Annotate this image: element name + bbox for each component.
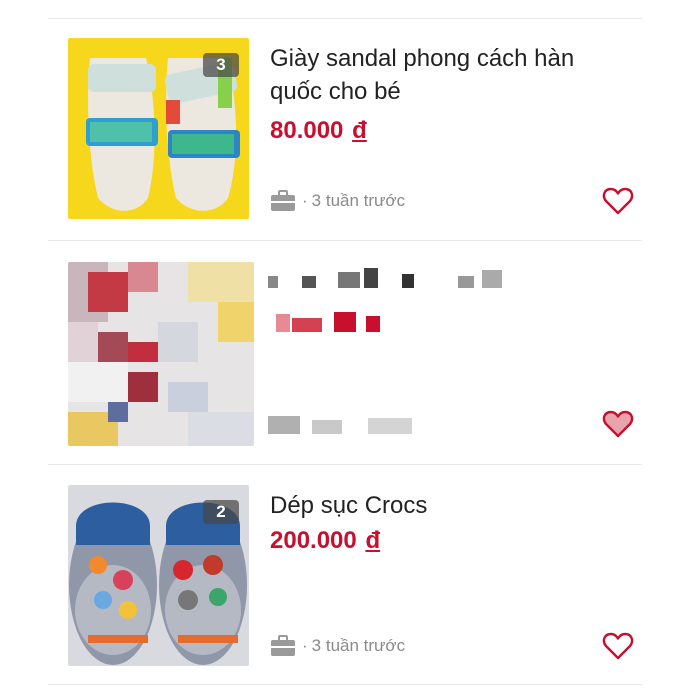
top-divider [48, 18, 642, 19]
listing-divider [48, 240, 642, 241]
listing-thumbnail[interactable]: 3 [68, 38, 249, 219]
currency-symbol: đ [352, 117, 367, 144]
currency-symbol: đ [365, 527, 381, 554]
price-value: 200.000 [270, 527, 357, 554]
heart-outline-icon[interactable] [602, 630, 634, 662]
listing-title[interactable]: Giày sandal phong cách hàn quốc cho bé [270, 42, 630, 108]
listing-price: 200.000 đ [270, 527, 380, 555]
image-count-badge: 3 [203, 53, 239, 77]
briefcase-icon [271, 635, 295, 656]
listing-divider [48, 464, 642, 465]
listing-thumbnail[interactable] [68, 262, 254, 446]
heart-outline-icon[interactable] [602, 185, 634, 217]
listing-item[interactable]: 3 Giày sandal phong cách hàn quốc cho bé… [0, 38, 690, 228]
listing-thumbnail[interactable]: 2 [68, 485, 249, 666]
posted-time: 3 tuần trước [311, 636, 406, 655]
listing-meta: · 3 tuần trước [270, 190, 405, 212]
posted-time: 3 tuần trước [311, 191, 406, 210]
meta-separator: · [302, 191, 308, 210]
blurred-title [268, 268, 523, 290]
image-count-badge: 2 [203, 500, 239, 524]
price-value: 80.000 [270, 117, 344, 144]
heart-filled-icon[interactable] [602, 408, 634, 440]
blurred-price [276, 312, 386, 334]
blurred-meta [268, 414, 418, 436]
briefcase-icon [271, 190, 295, 211]
listing-item[interactable]: 2 Dép sục Crocs 200.000 đ · 3 tuần trước [0, 485, 690, 670]
listing-title[interactable]: Dép sục Crocs [270, 489, 630, 522]
listing-meta: · 3 tuần trước [270, 635, 405, 657]
listing-price: 80.000 đ [270, 117, 367, 145]
listing-item[interactable] [0, 262, 690, 448]
bottom-divider [48, 684, 642, 685]
blurred-photo [68, 262, 254, 446]
meta-separator: · [302, 636, 308, 655]
